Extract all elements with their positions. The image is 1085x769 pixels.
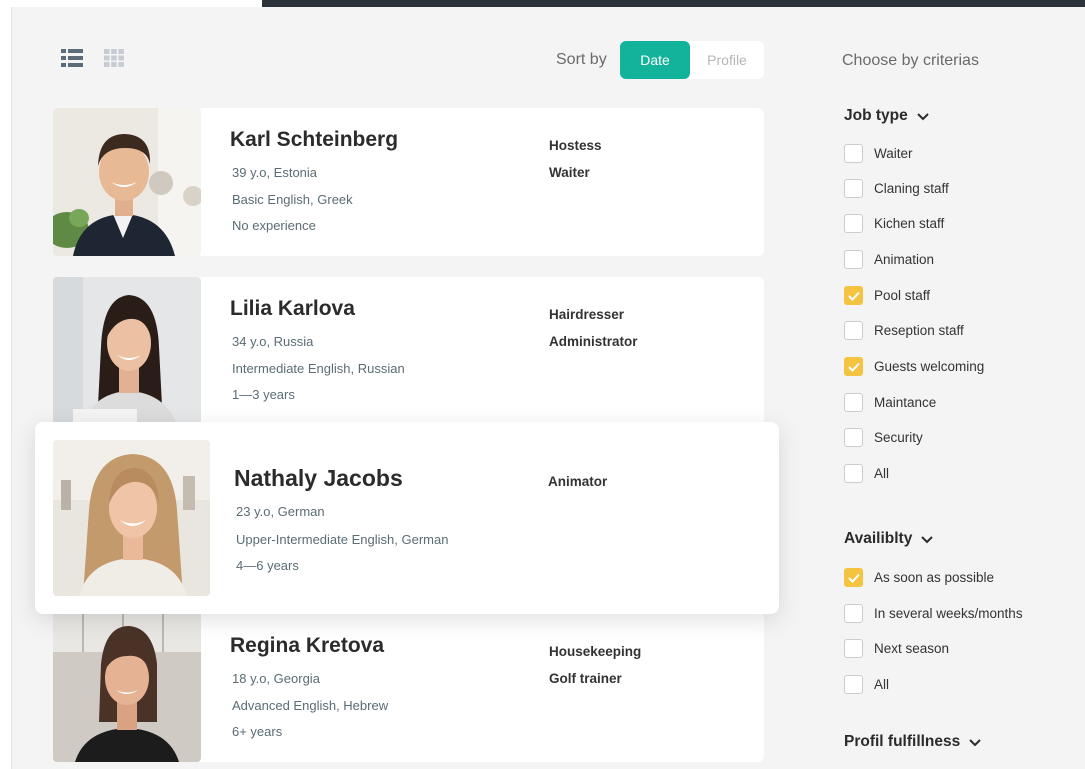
candidate-job: Hairdresser (549, 307, 625, 322)
checkmark-icon (847, 291, 860, 301)
candidate-job: Animator (548, 474, 608, 489)
filter-option-several-weeks[interactable]: In several weeks/months (844, 604, 1023, 623)
filter-option-next-season[interactable]: Next season (844, 639, 949, 658)
sort-date-button[interactable]: Date (620, 41, 690, 79)
sort-label: Sort by (556, 51, 607, 68)
candidate-card[interactable]: Regina Kretova 18 y.o, Georgia Advanced … (53, 612, 764, 762)
candidate-experience: 6+ years (232, 724, 283, 739)
checkbox[interactable] (844, 464, 863, 483)
checkbox-label: Reseption staff (874, 323, 964, 338)
candidate-photo (53, 108, 201, 256)
checkbox[interactable] (844, 250, 863, 269)
job-type-section-title: Job type (844, 107, 908, 124)
checkbox-label: Waiter (874, 146, 913, 161)
left-panel-edge (0, 7, 12, 769)
candidate-age-country: 23 y.o, German (236, 504, 325, 519)
candidate-age-country: 34 y.o, Russia (232, 334, 314, 349)
candidate-languages: Intermediate English, Russian (232, 361, 405, 376)
filter-option-animation[interactable]: Animation (844, 250, 934, 269)
grid-view-button[interactable] (102, 47, 126, 69)
filter-option-waiter[interactable]: Waiter (844, 144, 913, 163)
checkbox[interactable] (844, 675, 863, 694)
filter-option-maintenance[interactable]: Maintance (844, 393, 936, 412)
chevron-down-icon (969, 738, 981, 746)
checkbox[interactable] (844, 214, 863, 233)
filter-option-all-jobs[interactable]: All (844, 464, 889, 483)
filters-title: Choose by criterias (842, 52, 979, 69)
checkbox[interactable] (844, 144, 863, 163)
filter-option-pool-staff[interactable]: Pool staff (844, 286, 930, 305)
candidate-job: Waiter (549, 165, 590, 180)
checkbox[interactable] (844, 639, 863, 658)
candidate-languages: Upper-Intermediate English, German (236, 532, 449, 547)
checkbox-label: As soon as possible (874, 570, 995, 585)
candidate-card[interactable]: Karl Schteinberg 39 y.o, Estonia Basic E… (53, 108, 764, 256)
checkbox-label: Next season (874, 641, 950, 656)
checkbox-label: Maintance (874, 395, 937, 410)
sort-toggle: Date Profile (620, 41, 764, 79)
candidate-name: Lilia Karlova (230, 297, 355, 320)
checkbox-label: Security (874, 430, 923, 445)
candidate-age-country: 18 y.o, Georgia (232, 671, 320, 686)
profile-fulfillness-section-title: Profil fulfillness (844, 733, 961, 750)
profile-fulfillness-section-toggle[interactable]: Profil fulfillness (844, 733, 982, 751)
candidate-photo (53, 440, 210, 596)
list-view-button[interactable] (60, 47, 84, 69)
checkbox-label: Kichen staff (874, 216, 945, 231)
candidate-name: Karl Schteinberg (230, 128, 399, 151)
sort-profile-button[interactable]: Profile (690, 41, 764, 79)
checkbox-label: Guests welcoming (874, 359, 985, 374)
candidate-card-featured[interactable]: Nathaly Jacobs 23 y.o, German Upper-Inte… (35, 422, 779, 614)
candidate-photo (53, 277, 201, 425)
job-type-section-toggle[interactable]: Job type (844, 107, 930, 125)
chevron-down-icon (921, 535, 934, 543)
checkbox-checked[interactable] (844, 568, 863, 587)
candidate-name: Regina Kretova (230, 634, 385, 657)
checkbox-checked[interactable] (844, 286, 863, 305)
candidate-experience: No experience (232, 218, 316, 233)
checkbox-label: Pool staff (874, 288, 931, 303)
candidate-age-country: 39 y.o, Estonia (232, 165, 318, 180)
candidate-name: Nathaly Jacobs (234, 465, 403, 491)
filter-option-kitchen-staff[interactable]: Kichen staff (844, 214, 944, 233)
checkbox[interactable] (844, 393, 863, 412)
availability-section-toggle[interactable]: Availiblty (844, 530, 934, 548)
candidate-job: Hostess (549, 138, 602, 153)
candidate-card[interactable]: Lilia Karlova 34 y.o, Russia Intermediat… (53, 277, 764, 425)
checkbox-label: All (874, 677, 890, 692)
chevron-down-icon (917, 112, 929, 120)
candidate-experience: 1—3 years (232, 387, 295, 402)
checkbox-label: All (874, 466, 890, 481)
candidate-languages: Basic English, Greek (232, 192, 353, 207)
candidate-languages: Advanced English, Hebrew (232, 698, 389, 713)
candidate-job: Administrator (549, 334, 638, 349)
checkbox-label: Animation (874, 252, 935, 267)
top-bar (262, 0, 1085, 7)
list-view-icon (61, 49, 83, 67)
checkbox-checked[interactable] (844, 357, 863, 376)
filter-option-asap[interactable]: As soon as possible (844, 568, 994, 587)
filter-option-all-availability[interactable]: All (844, 675, 889, 694)
filter-option-guests-welcoming[interactable]: Guests welcoming (844, 357, 984, 376)
candidate-job: Golf trainer (549, 671, 622, 686)
grid-view-icon (104, 49, 124, 67)
availability-section-title: Availiblty (844, 530, 913, 547)
checkbox-label: Claning staff (874, 181, 949, 196)
candidate-photo (53, 612, 201, 762)
view-toggle (60, 47, 126, 69)
filter-option-reception-staff[interactable]: Reseption staff (844, 321, 964, 340)
checkbox[interactable] (844, 321, 863, 340)
filter-option-security[interactable]: Security (844, 428, 923, 447)
checkmark-icon (847, 362, 860, 372)
checkbox[interactable] (844, 179, 863, 198)
top-bar-left (0, 0, 262, 7)
candidate-experience: 4—6 years (236, 558, 299, 573)
candidate-job: Housekeeping (549, 644, 642, 659)
checkbox[interactable] (844, 428, 863, 447)
filter-option-cleaning-staff[interactable]: Claning staff (844, 179, 949, 198)
checkbox-label: In several weeks/months (874, 606, 1023, 621)
checkbox[interactable] (844, 604, 863, 623)
checkmark-icon (847, 573, 860, 583)
